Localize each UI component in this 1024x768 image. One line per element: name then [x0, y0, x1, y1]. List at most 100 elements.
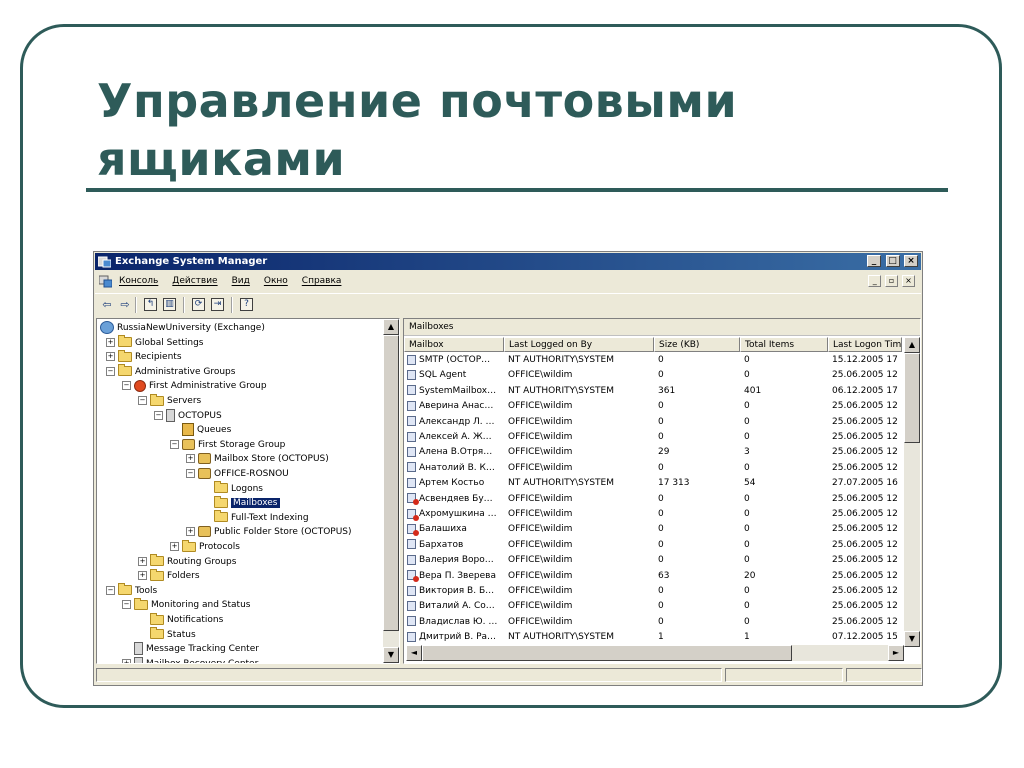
table-row[interactable]: Виталий А. Со… OFFICE\wildim 0 0 25.06.2005 …: [404, 599, 904, 614]
list-vertical-scrollbar[interactable]: ▲ ▼: [904, 337, 920, 647]
child-minimize-button[interactable]: _: [868, 275, 882, 287]
cell-text: NT AUTHORITY\SYSTEM: [508, 478, 614, 489]
menu-item[interactable]: Справка: [302, 272, 342, 291]
collapse-minus-icon[interactable]: −: [138, 396, 147, 405]
tree-node[interactable]: − OCTOPUS: [154, 408, 222, 423]
table-row[interactable]: Александр Л. … OFFICE\wildim 0 0 25.06.2005 …: [404, 415, 904, 430]
table-row[interactable]: Валерия Воро… OFFICE\wildim 0 0 25.06.2005 1…: [404, 553, 904, 568]
table-row[interactable]: Алена В.Отря… OFFICE\wildim 29 3 25.06.2005 …: [404, 445, 904, 460]
table-row[interactable]: Артем Костьо NT AUTHORITY\SYSTEM 17 313 54 2…: [404, 476, 904, 491]
table-row[interactable]: Вера П. Зверева OFFICE\wildim 63 20 25.06.20…: [404, 569, 904, 584]
tree-node[interactable]: + Mailbox Recovery Center: [122, 656, 258, 663]
window-title-bar[interactable]: Exchange System Manager _ □ ×: [95, 253, 921, 270]
collapse-minus-icon[interactable]: −: [106, 366, 115, 376]
list-scroll-down-arrow-icon[interactable]: ▼: [904, 631, 920, 647]
tree-node[interactable]: Mailboxes: [202, 495, 280, 510]
table-row[interactable]: Виктория В. Б… OFFICE\wildim 0 0 25.06.2005 …: [404, 584, 904, 599]
table-row[interactable]: SMTP (OCTOP… NT AUTHORITY\SYSTEM 0 0 15.12.2…: [404, 353, 904, 368]
cell-text: SystemMailbox…: [419, 385, 497, 396]
collapse-minus-icon[interactable]: −: [170, 439, 179, 449]
collapse-minus-icon[interactable]: −: [154, 410, 163, 420]
refresh-icon[interactable]: ⟳: [192, 298, 205, 311]
expand-plus-icon[interactable]: +: [122, 658, 131, 663]
tree-node[interactable]: + Mailbox Store (OCTOPUS): [186, 452, 329, 466]
tree-node[interactable]: − Servers: [138, 393, 201, 408]
back-icon[interactable]: ⇦: [99, 297, 115, 313]
tree-node[interactable]: Status: [138, 627, 196, 642]
table-row[interactable]: Балашиха OFFICE\wildim 0 0 25.06.2005 12: [404, 522, 904, 537]
menu-item[interactable]: Вид: [232, 272, 250, 291]
mailbox-icon: [407, 462, 416, 473]
table-row[interactable]: Асвендяев Бу… OFFICE\wildim 0 0 25.06.2005 1…: [404, 492, 904, 507]
expand-plus-icon[interactable]: +: [170, 542, 179, 551]
collapse-minus-icon[interactable]: −: [106, 585, 115, 595]
tree-node[interactable]: − First Storage Group: [170, 438, 285, 452]
tree-node[interactable]: − Monitoring and Status: [122, 597, 250, 612]
expand-plus-icon[interactable]: +: [138, 556, 147, 566]
child-close-button[interactable]: ×: [902, 275, 915, 287]
tree-node[interactable]: + Public Folder Store (OCTOPUS): [186, 525, 352, 539]
forward-icon[interactable]: ⇨: [117, 297, 133, 313]
show-hide-tree-icon[interactable]: ▥: [163, 298, 176, 311]
list-scroll-thumb[interactable]: [904, 353, 920, 443]
scroll-up-arrow-icon[interactable]: ▲: [383, 319, 399, 335]
tree-node[interactable]: + Routing Groups: [138, 554, 236, 569]
tree-node[interactable]: + Global Settings: [106, 335, 203, 350]
collapse-minus-icon[interactable]: −: [122, 600, 131, 610]
scroll-down-arrow-icon[interactable]: ▼: [383, 647, 399, 663]
table-row[interactable]: Ахромушкина … OFFICE\wildim 0 0 25.06.2005 1…: [404, 507, 904, 522]
expand-plus-icon[interactable]: +: [186, 527, 195, 537]
expand-plus-icon[interactable]: +: [186, 454, 195, 464]
column-header[interactable]: Last Logged on By: [504, 337, 654, 352]
expand-plus-icon[interactable]: +: [106, 352, 115, 362]
list-horizontal-thumb[interactable]: [422, 645, 792, 661]
tree-node[interactable]: − Tools: [106, 583, 157, 598]
tree-node[interactable]: Queues: [170, 423, 231, 437]
tree-node[interactable]: + Folders: [138, 568, 200, 583]
expand-plus-icon[interactable]: +: [138, 571, 147, 581]
minimize-button[interactable]: _: [867, 255, 882, 267]
console-tree[interactable]: RussiaNewUniversity (Exchange) + Global Se…: [96, 318, 400, 664]
maximize-button[interactable]: □: [885, 255, 900, 267]
tree-node[interactable]: + Protocols: [170, 539, 240, 554]
help-icon[interactable]: ?: [240, 298, 253, 311]
table-row[interactable]: Дмитрий В. Ра… NT AUTHORITY\SYSTEM 1 1 07.12…: [404, 630, 904, 645]
tree-node[interactable]: − First Administrative Group: [122, 379, 267, 393]
scroll-right-arrow-icon[interactable]: ►: [888, 645, 904, 661]
tree-node[interactable]: + Recipients: [106, 349, 182, 364]
table-row[interactable]: Алексей А. Ж… OFFICE\wildim 0 0 25.06.2005 1…: [404, 430, 904, 445]
child-restore-button[interactable]: ▫: [885, 275, 899, 287]
tree-vertical-scrollbar[interactable]: ▲ ▼: [383, 319, 399, 663]
table-row[interactable]: Аверина Анас… OFFICE\wildim 0 0 25.06.2005 1…: [404, 399, 904, 414]
column-header[interactable]: Total Items: [740, 337, 828, 352]
tree-node[interactable]: RussiaNewUniversity (Exchange): [100, 321, 265, 335]
menu-item[interactable]: Действие: [172, 272, 217, 291]
tree-node[interactable]: − Administrative Groups: [106, 364, 235, 379]
collapse-minus-icon[interactable]: −: [122, 381, 131, 391]
tree-node[interactable]: Logons: [202, 481, 263, 496]
menu-item[interactable]: Консоль: [119, 272, 158, 291]
column-header[interactable]: Size (KB): [654, 337, 740, 352]
table-row[interactable]: SystemMailbox… NT AUTHORITY\SYSTEM 361 401 0…: [404, 384, 904, 399]
tree-scroll-thumb[interactable]: [383, 335, 399, 631]
list-scroll-up-arrow-icon[interactable]: ▲: [904, 337, 920, 353]
collapse-minus-icon[interactable]: −: [186, 469, 195, 478]
table-row[interactable]: Анатолий В. К… OFFICE\wildim 0 0 25.06.2005 …: [404, 461, 904, 476]
table-row[interactable]: SQL Agent OFFICE\wildim 0 0 25.06.2005 12: [404, 368, 904, 383]
mailbox-icon: [407, 631, 416, 642]
column-header[interactable]: Mailbox: [404, 337, 504, 352]
table-row[interactable]: Владислав Ю. … OFFICE\wildim 0 0 25.06.2005 …: [404, 615, 904, 630]
scroll-left-arrow-icon[interactable]: ◄: [406, 645, 422, 661]
tree-node[interactable]: Full-Text Indexing: [202, 510, 309, 525]
table-row[interactable]: Бархатов OFFICE\wildim 0 0 25.06.2005 12: [404, 538, 904, 553]
up-folder-icon[interactable]: ↰: [144, 298, 157, 311]
export-list-icon[interactable]: ⇥: [211, 298, 224, 311]
expand-plus-icon[interactable]: +: [106, 337, 115, 347]
tree-node[interactable]: − OFFICE-ROSNOU: [186, 467, 289, 481]
close-button[interactable]: ×: [904, 255, 918, 267]
menu-item[interactable]: Окно: [264, 272, 288, 291]
list-horizontal-scrollbar[interactable]: ◄ ►: [406, 645, 904, 661]
column-header[interactable]: Last Logon Time: [828, 337, 902, 352]
tree-node[interactable]: Notifications: [138, 612, 223, 627]
tree-node[interactable]: Message Tracking Center: [122, 642, 259, 656]
